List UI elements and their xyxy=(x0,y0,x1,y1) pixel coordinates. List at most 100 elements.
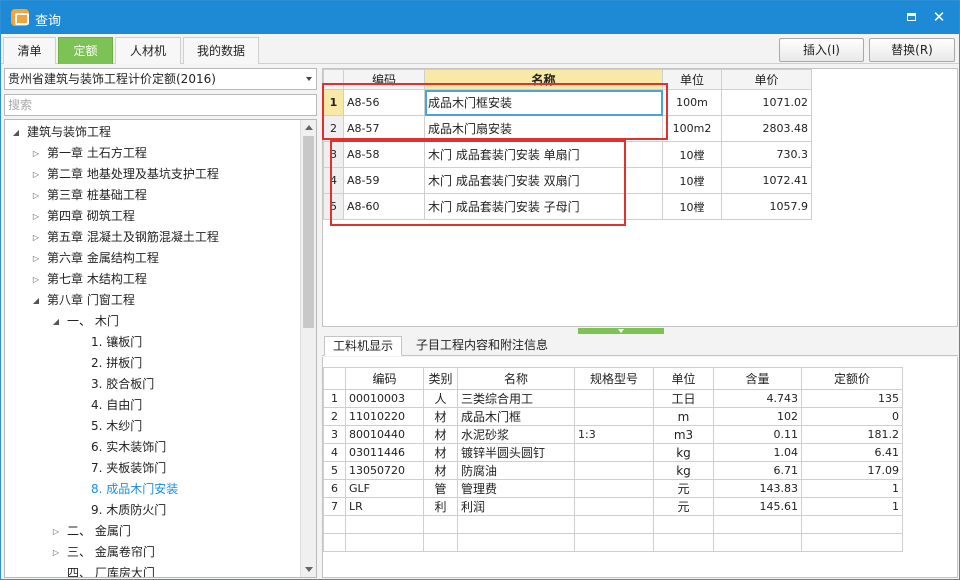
collapsed-triangle-icon[interactable]: ▷ xyxy=(31,206,41,227)
resource-price[interactable]: 6.41 xyxy=(801,443,903,462)
quota-name[interactable]: 成品木门扇安装 xyxy=(424,115,663,142)
tab-resource-display[interactable]: 工料机显示 xyxy=(324,336,403,356)
table-row[interactable]: 4 03011446 材镀锌半圆头圆钉 kg 1.04 6.41 xyxy=(323,443,903,462)
resource-quantity[interactable]: 4.743 xyxy=(713,389,802,408)
resource-code[interactable]: GLF xyxy=(345,479,424,498)
quota-unit[interactable]: 100m2 xyxy=(662,115,722,142)
resource-name[interactable]: 管理费 xyxy=(457,479,575,498)
col-header-unit[interactable]: 单位 xyxy=(662,69,722,90)
scroll-down-icon[interactable] xyxy=(305,567,313,572)
table-row[interactable]: 2 11010220 材成品木门框 m 102 0 xyxy=(323,407,903,426)
resource-name[interactable]: 镀锌半圆头圆钉 xyxy=(457,443,575,462)
resource-unit[interactable]: 元 xyxy=(653,497,714,516)
resource-category[interactable]: 利 xyxy=(423,497,458,516)
col-header-code[interactable]: 编码 xyxy=(343,69,425,90)
resource-category[interactable]: 管 xyxy=(423,479,458,498)
resource-spec[interactable]: 1:3 xyxy=(574,425,654,444)
resource-category[interactable]: 人 xyxy=(423,389,458,408)
insert-button[interactable]: 插入(I) xyxy=(779,38,864,62)
table-row[interactable]: 5 13050720 材防腐油 kg 6.71 17.09 xyxy=(323,461,903,480)
col-header-unit[interactable]: 单位 xyxy=(653,367,714,390)
table-row[interactable]: 1 A8-56 成品木门框安装 100m 1071.02 xyxy=(323,89,812,116)
resource-category[interactable]: 材 xyxy=(423,425,458,444)
collapsed-triangle-icon[interactable]: ▷ xyxy=(31,269,41,290)
resource-name[interactable]: 利润 xyxy=(457,497,575,516)
dropdown-arrow-icon[interactable] xyxy=(306,77,312,81)
panel-splitter[interactable] xyxy=(578,328,664,334)
quota-price[interactable]: 1071.02 xyxy=(721,89,812,116)
table-row[interactable]: 3 80010440 材水泥砂浆 1:3 m3 0.11 181.2 xyxy=(323,425,903,444)
quota-code[interactable]: A8-59 xyxy=(343,167,425,194)
collapsed-triangle-icon[interactable]: ▷ xyxy=(31,143,41,164)
table-row[interactable]: 2 A8-57 成品木门扇安装 100m2 2803.48 xyxy=(323,115,812,142)
quota-code[interactable]: A8-58 xyxy=(343,141,425,168)
tab-quota[interactable]: 定额 xyxy=(58,37,113,64)
collapsed-triangle-icon[interactable]: ▷ xyxy=(51,521,61,542)
maximize-button[interactable] xyxy=(901,8,921,26)
quota-name[interactable]: 木门 成品套装门安装 双扇门 xyxy=(424,167,663,194)
resource-category[interactable]: 材 xyxy=(423,461,458,480)
collapsed-triangle-icon[interactable]: ▷ xyxy=(51,542,61,563)
collapsed-triangle-icon[interactable]: ▷ xyxy=(31,248,41,269)
quota-name[interactable]: 成品木门框安装 xyxy=(424,89,663,116)
col-header-quota-price[interactable]: 定额价 xyxy=(801,367,903,390)
resource-spec[interactable] xyxy=(574,407,654,426)
table-row[interactable]: 1 00010003 人三类综合用工 工日 4.743 135 xyxy=(323,389,903,408)
resource-code[interactable]: 80010440 xyxy=(345,425,424,444)
resource-spec[interactable] xyxy=(574,479,654,498)
resource-name[interactable]: 成品木门框 xyxy=(457,407,575,426)
resource-quantity[interactable]: 1.04 xyxy=(713,443,802,462)
col-header-category[interactable]: 类别 xyxy=(423,367,458,390)
quota-unit[interactable]: 10樘 xyxy=(662,193,722,220)
quota-library-select[interactable]: 贵州省建筑与装饰工程计价定额(2016) xyxy=(4,68,317,90)
quota-name[interactable]: 木门 成品套装门安装 子母门 xyxy=(424,193,663,220)
expanded-triangle-icon[interactable]: ◢ xyxy=(51,311,61,332)
resource-name[interactable]: 防腐油 xyxy=(457,461,575,480)
table-row[interactable]: 5 A8-60 木门 成品套装门安装 子母门 10樘 1057.9 xyxy=(323,193,812,220)
quota-code[interactable]: A8-56 xyxy=(343,89,425,116)
resource-price[interactable]: 1 xyxy=(801,479,903,498)
table-row[interactable]: 7 LR 利利润 元 145.61 1 xyxy=(323,497,903,516)
resource-quantity[interactable]: 102 xyxy=(713,407,802,426)
tree-scrollbar[interactable] xyxy=(300,120,316,577)
resource-spec[interactable] xyxy=(574,389,654,408)
resource-price[interactable]: 1 xyxy=(801,497,903,516)
resource-quantity[interactable]: 6.71 xyxy=(713,461,802,480)
col-header-price[interactable]: 单价 xyxy=(721,69,812,90)
replace-button[interactable]: 替换(R) xyxy=(869,38,955,62)
collapsed-triangle-icon[interactable]: ▷ xyxy=(31,227,41,248)
resource-code[interactable]: 13050720 xyxy=(345,461,424,480)
quota-price[interactable]: 1057.9 xyxy=(721,193,812,220)
table-row[interactable]: 4 A8-59 木门 成品套装门安装 双扇门 10樘 1072.41 xyxy=(323,167,812,194)
tab-labor-material-machine[interactable]: 人材机 xyxy=(115,37,181,64)
resource-spec[interactable] xyxy=(574,497,654,516)
tab-bill[interactable]: 清单 xyxy=(3,37,56,64)
resource-name[interactable]: 三类综合用工 xyxy=(457,389,575,408)
resource-quantity[interactable]: 143.83 xyxy=(713,479,802,498)
resource-quantity[interactable]: 145.61 xyxy=(713,497,802,516)
resource-unit[interactable]: 元 xyxy=(653,479,714,498)
resource-price[interactable]: 17.09 xyxy=(801,461,903,480)
resource-code[interactable]: 00010003 xyxy=(345,389,424,408)
resource-spec[interactable] xyxy=(574,443,654,462)
expanded-triangle-icon[interactable]: ◢ xyxy=(31,290,41,311)
quota-code[interactable]: A8-57 xyxy=(343,115,425,142)
resource-price[interactable]: 135 xyxy=(801,389,903,408)
resource-spec[interactable] xyxy=(574,461,654,480)
quota-unit[interactable]: 100m xyxy=(662,89,722,116)
col-header-name[interactable]: 名称 xyxy=(424,69,663,90)
col-header-quantity[interactable]: 含量 xyxy=(713,367,802,390)
resource-category[interactable]: 材 xyxy=(423,443,458,462)
expanded-triangle-icon[interactable]: ◢ xyxy=(11,122,21,143)
resource-unit[interactable]: 工日 xyxy=(653,389,714,408)
quota-unit[interactable]: 10樘 xyxy=(662,141,722,168)
resource-category[interactable]: 材 xyxy=(423,407,458,426)
col-header-name[interactable]: 名称 xyxy=(457,367,575,390)
tab-work-content-notes[interactable]: 子目工程内容和附注信息 xyxy=(408,336,556,356)
scrollbar-thumb[interactable] xyxy=(303,136,314,328)
quota-code[interactable]: A8-60 xyxy=(343,193,425,220)
resource-unit[interactable]: m xyxy=(653,407,714,426)
resource-code[interactable]: 03011446 xyxy=(345,443,424,462)
resource-price[interactable]: 181.2 xyxy=(801,425,903,444)
resource-unit[interactable]: kg xyxy=(653,443,714,462)
